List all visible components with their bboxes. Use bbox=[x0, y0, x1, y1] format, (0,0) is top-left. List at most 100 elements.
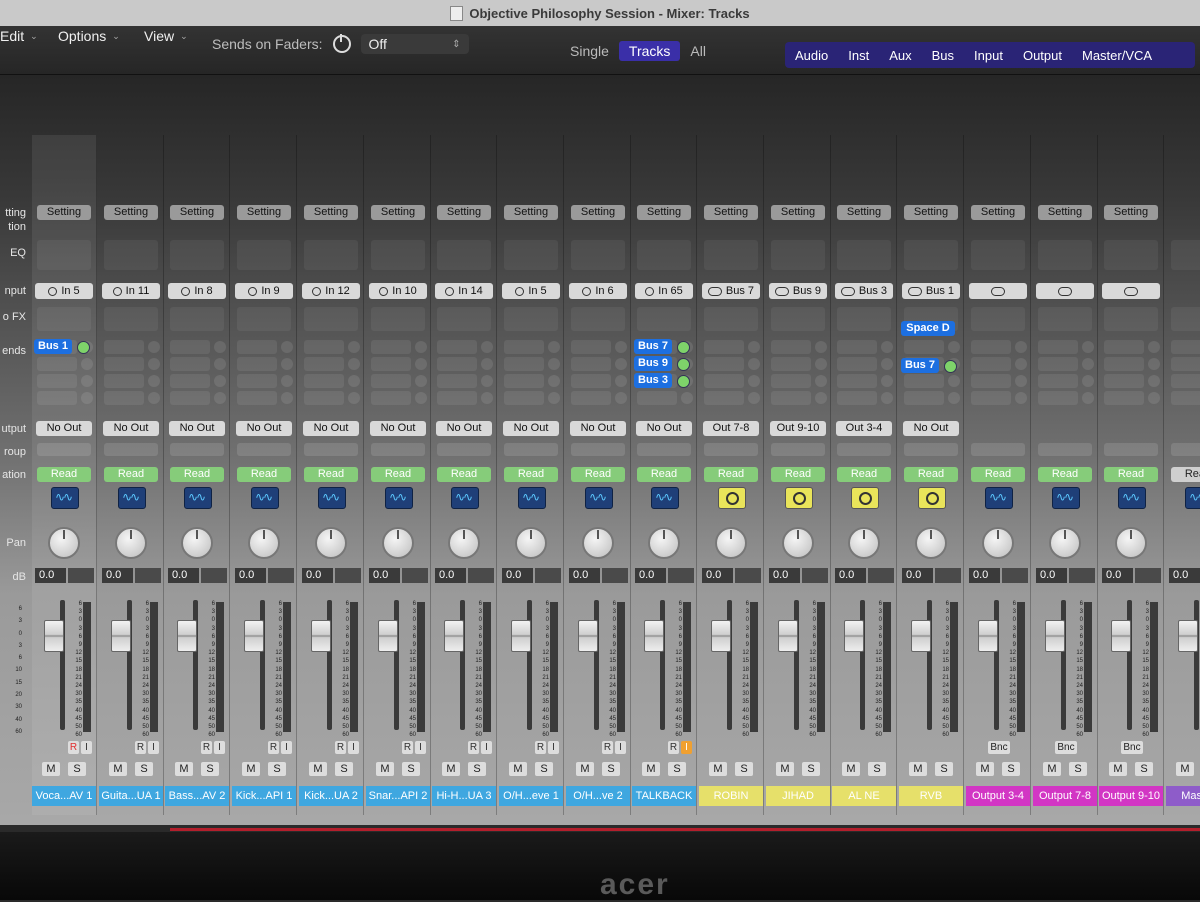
send-slot[interactable] bbox=[504, 374, 544, 388]
group-slot[interactable] bbox=[971, 443, 1025, 456]
automation-mode[interactable]: Read bbox=[170, 467, 224, 482]
eq-display[interactable] bbox=[1171, 240, 1200, 270]
send-slot[interactable] bbox=[771, 391, 811, 405]
send-slot[interactable] bbox=[170, 391, 210, 405]
send-slot[interactable] bbox=[37, 374, 77, 388]
setting-button[interactable]: Setting bbox=[971, 205, 1025, 220]
automation-mode[interactable]: Read bbox=[704, 467, 758, 482]
channel-strip[interactable]: SettingRead0.063036912151821243035404550… bbox=[1099, 135, 1164, 815]
automation-mode[interactable]: Read bbox=[437, 467, 491, 482]
send-slot[interactable] bbox=[504, 391, 544, 405]
input-slot[interactable]: Bus 1 bbox=[902, 283, 960, 299]
pan-knob[interactable] bbox=[181, 527, 213, 559]
pan-knob[interactable] bbox=[448, 527, 480, 559]
setting-button[interactable]: Setting bbox=[237, 205, 291, 220]
track-name[interactable]: TALKBACK bbox=[632, 786, 696, 806]
view-menu[interactable]: View ⌄ bbox=[144, 26, 188, 46]
send-slot[interactable] bbox=[170, 340, 210, 354]
send-slot[interactable] bbox=[237, 374, 277, 388]
pan-knob[interactable] bbox=[115, 527, 147, 559]
channel-strip[interactable]: SettingIn 11No OutRead0.0630369121518212… bbox=[99, 135, 164, 815]
send-slot[interactable] bbox=[704, 340, 744, 354]
input-monitor-button[interactable]: I bbox=[481, 741, 492, 754]
volume-fader[interactable] bbox=[711, 620, 731, 652]
automation-mode[interactable]: Read bbox=[637, 467, 691, 482]
channel-strip[interactable]: Setting Bus 9 Out 9-10 Read 0.0 6 3 0 3 6 9 12 15 18 2… bbox=[766, 135, 831, 815]
send-button[interactable]: Bus 3 bbox=[634, 373, 672, 388]
send-slot[interactable] bbox=[1038, 357, 1078, 371]
mute-button[interactable]: M bbox=[709, 762, 727, 776]
channel-strip[interactable]: SettingRead0.063036912151821243035404550… bbox=[1033, 135, 1098, 815]
send-level-knob[interactable] bbox=[748, 358, 760, 370]
setting-button[interactable]: Setting bbox=[104, 205, 158, 220]
record-enable-button[interactable]: R bbox=[602, 741, 613, 754]
send-level-knob[interactable] bbox=[148, 375, 160, 387]
send-level-knob[interactable] bbox=[214, 341, 226, 353]
automation-mode[interactable]: Read bbox=[571, 467, 625, 482]
track-name[interactable]: Guita...UA 1 bbox=[99, 786, 163, 806]
input-slot[interactable] bbox=[1102, 283, 1160, 299]
channel-strip[interactable]: SettingIn 8No OutRead0.06303691215182124… bbox=[165, 135, 230, 815]
send-level-knob[interactable] bbox=[415, 341, 427, 353]
audio-fx-slot[interactable] bbox=[237, 307, 291, 331]
eq-display[interactable] bbox=[771, 240, 825, 270]
group-slot[interactable] bbox=[237, 443, 291, 456]
setting-button[interactable]: Setting bbox=[504, 205, 558, 220]
send-level-knob[interactable] bbox=[81, 358, 93, 370]
send-level-knob[interactable] bbox=[148, 392, 160, 404]
channel-strip[interactable]: Setting Bus 7 Out 7-8 Read 0.0 6 3 0 3 6 9 12 15 18 21… bbox=[699, 135, 764, 815]
send-level-knob[interactable] bbox=[881, 375, 893, 387]
send-slot[interactable] bbox=[304, 357, 344, 371]
setting-button[interactable]: Setting bbox=[37, 205, 91, 220]
automation-mode[interactable]: Read bbox=[504, 467, 558, 482]
automation-mode[interactable]: Read bbox=[371, 467, 425, 482]
group-slot[interactable] bbox=[304, 443, 358, 456]
input-slot[interactable]: In 10 bbox=[369, 283, 427, 299]
input-slot[interactable]: Bus 3 bbox=[835, 283, 893, 299]
audio-fx-slot[interactable] bbox=[37, 307, 91, 331]
volume-fader[interactable] bbox=[44, 620, 64, 652]
mute-button[interactable]: M bbox=[842, 762, 860, 776]
input-monitor-button[interactable]: I bbox=[548, 741, 559, 754]
automation-mode[interactable]: Read bbox=[237, 467, 291, 482]
send-slot[interactable] bbox=[237, 357, 277, 371]
eq-display[interactable] bbox=[1104, 240, 1158, 270]
send-slot[interactable] bbox=[1104, 340, 1144, 354]
output-slot[interactable]: No Out bbox=[169, 421, 225, 436]
eq-display[interactable] bbox=[837, 240, 891, 270]
send-slot[interactable] bbox=[837, 391, 877, 405]
audio-fx-slot[interactable] bbox=[504, 307, 558, 331]
volume-fader[interactable] bbox=[778, 620, 798, 652]
send-level-knob[interactable] bbox=[81, 375, 93, 387]
send-slot[interactable] bbox=[771, 340, 811, 354]
send-level-knob-active[interactable] bbox=[677, 358, 690, 371]
solo-button[interactable]: S bbox=[468, 762, 486, 776]
track-name[interactable]: Master bbox=[1166, 786, 1200, 806]
send-slot[interactable] bbox=[371, 391, 411, 405]
send-button[interactable]: Bus 7 bbox=[634, 339, 672, 354]
pan-knob[interactable] bbox=[315, 527, 347, 559]
send-level-knob[interactable] bbox=[548, 375, 560, 387]
group-slot[interactable] bbox=[1171, 443, 1200, 456]
send-level-knob[interactable] bbox=[481, 375, 493, 387]
send-level-knob[interactable] bbox=[348, 358, 360, 370]
audio-fx-slot[interactable] bbox=[837, 307, 891, 331]
track-name[interactable]: Snar...API 2 bbox=[366, 786, 430, 806]
send-level-knob[interactable] bbox=[881, 341, 893, 353]
audio-fx-slot[interactable] bbox=[637, 307, 691, 331]
group-slot[interactable] bbox=[1104, 443, 1158, 456]
send-slot[interactable] bbox=[971, 357, 1011, 371]
track-name[interactable]: JIHAD bbox=[766, 786, 830, 806]
track-name[interactable]: Kick...API 1 bbox=[232, 786, 296, 806]
solo-button[interactable]: S bbox=[335, 762, 353, 776]
mute-button[interactable]: M bbox=[309, 762, 327, 776]
power-icon[interactable] bbox=[332, 34, 351, 53]
send-slot[interactable] bbox=[437, 374, 477, 388]
channel-strip[interactable]: Setting In 65 Bus 7 Bus 9 Bus 3 No Out Read 0.0… bbox=[632, 135, 697, 815]
mute-button[interactable]: M bbox=[376, 762, 394, 776]
send-level-knob[interactable] bbox=[748, 375, 760, 387]
send-level-knob[interactable] bbox=[615, 341, 627, 353]
record-enable-button[interactable]: R bbox=[402, 741, 413, 754]
eq-display[interactable] bbox=[371, 240, 425, 270]
bounce-button[interactable]: Bnc bbox=[988, 741, 1010, 754]
